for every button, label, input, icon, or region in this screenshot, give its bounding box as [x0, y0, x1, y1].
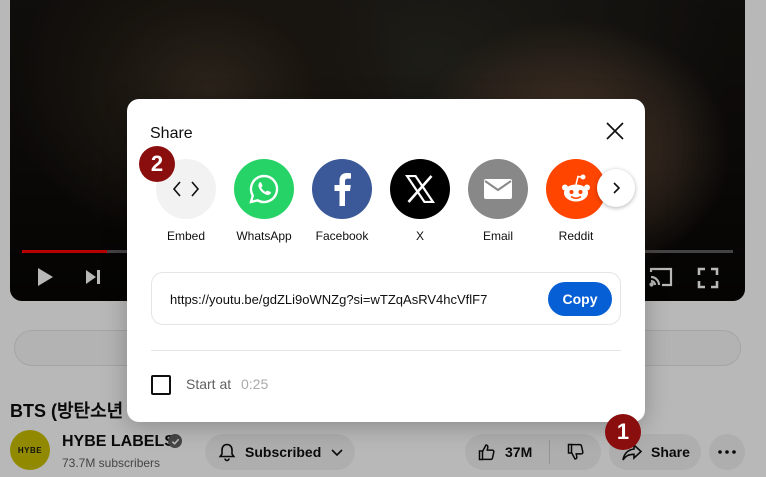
facebook-circle [312, 159, 372, 219]
share-dialog: Share Embed WhatsApp Facebook X Email Re… [127, 99, 645, 422]
share-target-whatsapp[interactable]: WhatsApp [224, 159, 304, 243]
share-target-label: WhatsApp [236, 229, 292, 243]
email-icon [484, 179, 512, 199]
share-targets-next-button[interactable] [597, 169, 635, 207]
share-url-field[interactable]: https://youtu.be/gdZLi9oWNZg?si=wTZqAsRV… [170, 292, 487, 307]
share-target-email[interactable]: Email [458, 159, 538, 243]
copy-button[interactable]: Copy [548, 282, 612, 316]
x-icon [405, 175, 435, 203]
share-target-x[interactable]: X [380, 159, 460, 243]
close-button[interactable] [601, 117, 629, 145]
share-url-box: https://youtu.be/gdZLi9oWNZg?si=wTZqAsRV… [151, 272, 621, 325]
embed-code-icon [172, 181, 200, 197]
close-icon [606, 122, 624, 140]
start-at-label: Start at [186, 376, 232, 392]
share-target-label: Reddit [558, 229, 594, 243]
facebook-icon [334, 173, 351, 206]
whatsapp-circle [234, 159, 294, 219]
dialog-divider [151, 350, 621, 351]
start-at-time-input[interactable]: 0:25 [241, 376, 268, 392]
share-dialog-title: Share [150, 125, 193, 142]
email-circle [468, 159, 528, 219]
step-marker-2: 2 [139, 146, 175, 182]
step-marker-1: 1 [605, 414, 641, 450]
chevron-right-icon [613, 182, 621, 194]
share-target-label: X [415, 229, 424, 243]
share-target-facebook[interactable]: Facebook [302, 159, 382, 243]
share-target-label: Embed [166, 229, 206, 243]
x-circle [390, 159, 450, 219]
start-at-checkbox[interactable] [151, 375, 171, 395]
reddit-icon [562, 174, 590, 202]
share-target-label: Email [482, 229, 513, 243]
whatsapp-icon [249, 174, 279, 204]
share-target-label: Facebook [315, 229, 369, 243]
